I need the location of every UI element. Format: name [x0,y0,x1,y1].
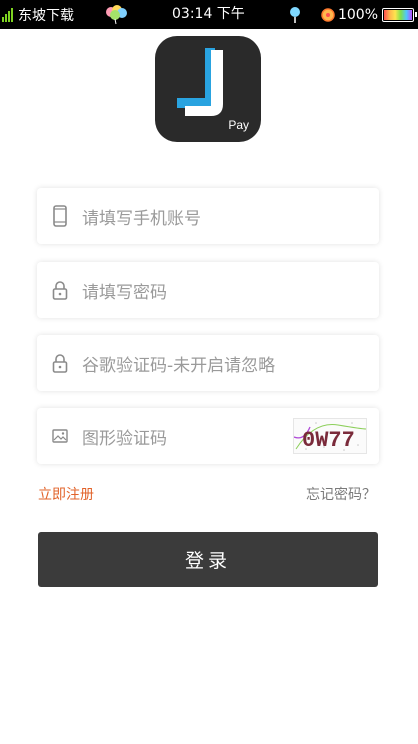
google-code-field[interactable]: 谷歌验证码-未开启请忽略 [37,335,379,391]
clock: 03:14 下午 [172,6,245,22]
signal-icon [2,7,13,22]
image-icon [51,425,69,447]
location-pin-icon [289,6,300,23]
app-logo: Pay [155,36,261,142]
battery-percent: 100% [337,6,378,23]
carrier-name: 东坡下载 [18,7,74,24]
password-input[interactable]: 请填写密码 [82,278,167,303]
phone-input[interactable]: 请填写手机账号 [82,204,201,229]
captcha-field[interactable]: 图形验证码 0W77 [37,408,379,464]
register-link[interactable]: 立即注册 [38,484,94,504]
phone-field[interactable]: 请填写手机账号 [37,188,379,244]
status-left: 东坡下载 [2,0,74,29]
lock-icon [51,279,69,301]
battery-icon [382,7,417,22]
google-code-input[interactable]: 谷歌验证码-未开启请忽略 [82,351,275,376]
forgot-password-link[interactable]: 忘记密码？ [306,484,376,504]
captcha-input[interactable]: 图形验证码 [82,424,167,449]
captcha-text: 0W77 [302,428,355,453]
login-button[interactable]: 登录 [38,532,378,587]
status-right: 100% [288,0,417,29]
lock-icon [51,352,69,374]
alarm-icon [321,7,335,22]
captcha-image[interactable]: 0W77 [293,418,367,454]
status-bar: 东坡下载 03:14 下午 100% [0,0,418,29]
password-field[interactable]: 请填写密码 [37,262,379,318]
logo-brand-text: Pay [228,118,249,132]
phone-icon [51,205,69,227]
balloons-icon [106,5,127,25]
